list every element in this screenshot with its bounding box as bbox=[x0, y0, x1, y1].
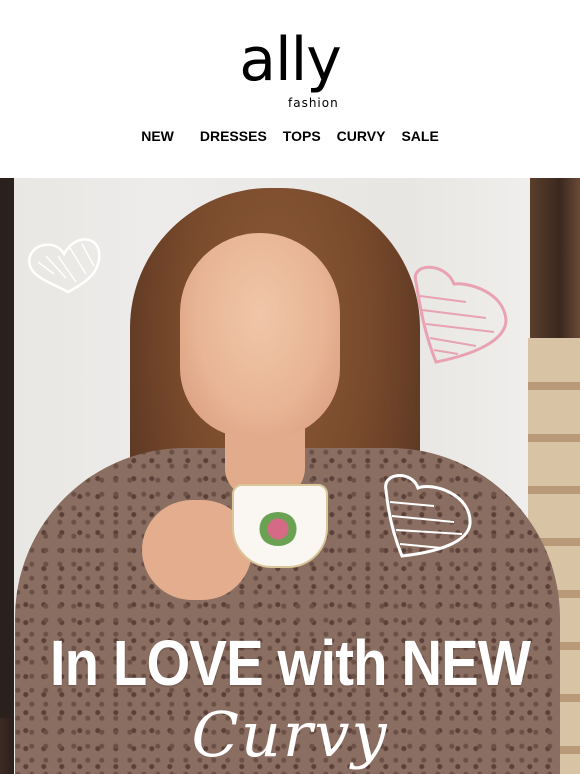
heart-doodle-left-icon bbox=[28, 238, 101, 294]
nav-item-dresses[interactable]: DRESSES bbox=[192, 128, 275, 144]
model-face bbox=[180, 233, 340, 438]
teacup-rose-pattern bbox=[258, 512, 298, 546]
nav-item-curvy[interactable]: CURVY bbox=[329, 128, 394, 144]
hero-headline: In LOVE with NEW bbox=[49, 627, 531, 699]
brand-logo[interactable]: ally fashion bbox=[210, 30, 370, 115]
logo-wordmark: ally bbox=[239, 25, 342, 95]
door-frame bbox=[0, 178, 14, 718]
hero-banner[interactable]: In LOVE with NEW Curvy bbox=[0, 178, 580, 774]
hero-subline: Curvy bbox=[191, 698, 389, 771]
logo-subtitle: fashion bbox=[288, 96, 339, 110]
email-header: ally fashion NEW DRESSES TOPS CURVY SALE bbox=[0, 0, 580, 178]
nav-item-sale[interactable]: SALE bbox=[393, 128, 446, 144]
main-nav: NEW DRESSES TOPS CURVY SALE bbox=[0, 128, 580, 144]
nav-item-new[interactable]: NEW bbox=[133, 128, 182, 144]
teacup-image bbox=[232, 484, 328, 568]
nav-item-tops[interactable]: TOPS bbox=[275, 128, 329, 144]
heart-doodle-pink-icon bbox=[413, 265, 508, 364]
heart-doodle-right-icon bbox=[384, 474, 472, 558]
